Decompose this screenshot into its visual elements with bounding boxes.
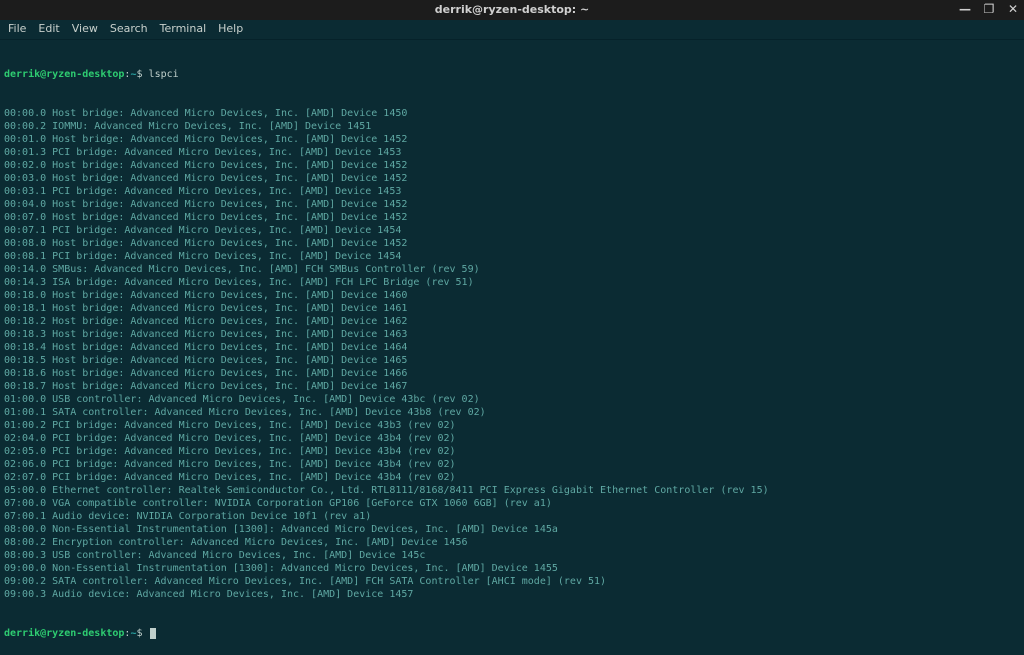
menu-terminal[interactable]: Terminal	[160, 22, 207, 36]
output-line: 00:08.0 Host bridge: Advanced Micro Devi…	[4, 237, 1020, 250]
menu-file[interactable]: File	[8, 22, 26, 36]
output-line: 02:06.0 PCI bridge: Advanced Micro Devic…	[4, 458, 1020, 471]
output-line: 00:02.0 Host bridge: Advanced Micro Devi…	[4, 159, 1020, 172]
output-line: 00:18.3 Host bridge: Advanced Micro Devi…	[4, 328, 1020, 341]
output-line: 00:18.5 Host bridge: Advanced Micro Devi…	[4, 354, 1020, 367]
menu-search[interactable]: Search	[110, 22, 148, 36]
output-line: 08:00.2 Encryption controller: Advanced …	[4, 536, 1020, 549]
output-line: 09:00.2 SATA controller: Advanced Micro …	[4, 575, 1020, 588]
output-line: 00:18.2 Host bridge: Advanced Micro Devi…	[4, 315, 1020, 328]
prompt-dollar: $	[136, 69, 142, 80]
output-line: 09:00.0 Non-Essential Instrumentation [1…	[4, 562, 1020, 575]
output-line: 01:00.1 SATA controller: Advanced Micro …	[4, 406, 1020, 419]
window-controls: — ❐ ✕	[958, 0, 1020, 20]
output-line: 00:18.7 Host bridge: Advanced Micro Devi…	[4, 380, 1020, 393]
output-line: 00:14.3 ISA bridge: Advanced Micro Devic…	[4, 276, 1020, 289]
output-line: 00:03.0 Host bridge: Advanced Micro Devi…	[4, 172, 1020, 185]
output-line: 05:00.0 Ethernet controller: Realtek Sem…	[4, 484, 1020, 497]
output-line: 00:18.0 Host bridge: Advanced Micro Devi…	[4, 289, 1020, 302]
output-line: 07:00.1 Audio device: NVIDIA Corporation…	[4, 510, 1020, 523]
window-title: derrik@ryzen-desktop: ~	[435, 3, 589, 17]
output-line: 00:18.4 Host bridge: Advanced Micro Devi…	[4, 341, 1020, 354]
output-line: 01:00.0 USB controller: Advanced Micro D…	[4, 393, 1020, 406]
menubar: File Edit View Search Terminal Help	[0, 20, 1024, 40]
menu-help[interactable]: Help	[218, 22, 243, 36]
cursor-icon	[150, 628, 156, 639]
output-line: 00:00.0 Host bridge: Advanced Micro Devi…	[4, 107, 1020, 120]
output-line: 00:07.1 PCI bridge: Advanced Micro Devic…	[4, 224, 1020, 237]
output-line: 00:01.0 Host bridge: Advanced Micro Devi…	[4, 133, 1020, 146]
prompt-user: derrik@ryzen-desktop	[4, 628, 124, 639]
maximize-button[interactable]: ❐	[982, 2, 996, 18]
output-line: 00:18.1 Host bridge: Advanced Micro Devi…	[4, 302, 1020, 315]
command-line: derrik@ryzen-desktop:~$ lspci	[4, 68, 1020, 81]
prompt-dollar: $	[136, 628, 142, 639]
output-line: 00:03.1 PCI bridge: Advanced Micro Devic…	[4, 185, 1020, 198]
output-line: 08:00.3 USB controller: Advanced Micro D…	[4, 549, 1020, 562]
menu-view[interactable]: View	[72, 22, 98, 36]
output-line: 00:04.0 Host bridge: Advanced Micro Devi…	[4, 198, 1020, 211]
output-line: 00:14.0 SMBus: Advanced Micro Devices, I…	[4, 263, 1020, 276]
output-line: 02:05.0 PCI bridge: Advanced Micro Devic…	[4, 445, 1020, 458]
close-button[interactable]: ✕	[1006, 2, 1020, 18]
output-line: 02:04.0 PCI bridge: Advanced Micro Devic…	[4, 432, 1020, 445]
menu-edit[interactable]: Edit	[38, 22, 59, 36]
output-line: 02:07.0 PCI bridge: Advanced Micro Devic…	[4, 471, 1020, 484]
terminal-area[interactable]: derrik@ryzen-desktop:~$ lspci 00:00.0 Ho…	[0, 40, 1024, 655]
prompt-user: derrik@ryzen-desktop	[4, 69, 124, 80]
output-line: 00:01.3 PCI bridge: Advanced Micro Devic…	[4, 146, 1020, 159]
output-line: 00:08.1 PCI bridge: Advanced Micro Devic…	[4, 250, 1020, 263]
output-line: 00:00.2 IOMMU: Advanced Micro Devices, I…	[4, 120, 1020, 133]
titlebar: derrik@ryzen-desktop: ~ — ❐ ✕	[0, 0, 1024, 20]
output-line: 07:00.0 VGA compatible controller: NVIDI…	[4, 497, 1020, 510]
output-line: 01:00.2 PCI bridge: Advanced Micro Devic…	[4, 419, 1020, 432]
minimize-button[interactable]: —	[958, 2, 972, 18]
output-line: 00:18.6 Host bridge: Advanced Micro Devi…	[4, 367, 1020, 380]
output-line: 00:07.0 Host bridge: Advanced Micro Devi…	[4, 211, 1020, 224]
command-text: lspci	[149, 69, 179, 80]
command-output: 00:00.0 Host bridge: Advanced Micro Devi…	[4, 107, 1020, 601]
output-line: 09:00.3 Audio device: Advanced Micro Dev…	[4, 588, 1020, 601]
output-line: 08:00.0 Non-Essential Instrumentation [1…	[4, 523, 1020, 536]
prompt-line-2: derrik@ryzen-desktop:~$	[4, 627, 1020, 640]
